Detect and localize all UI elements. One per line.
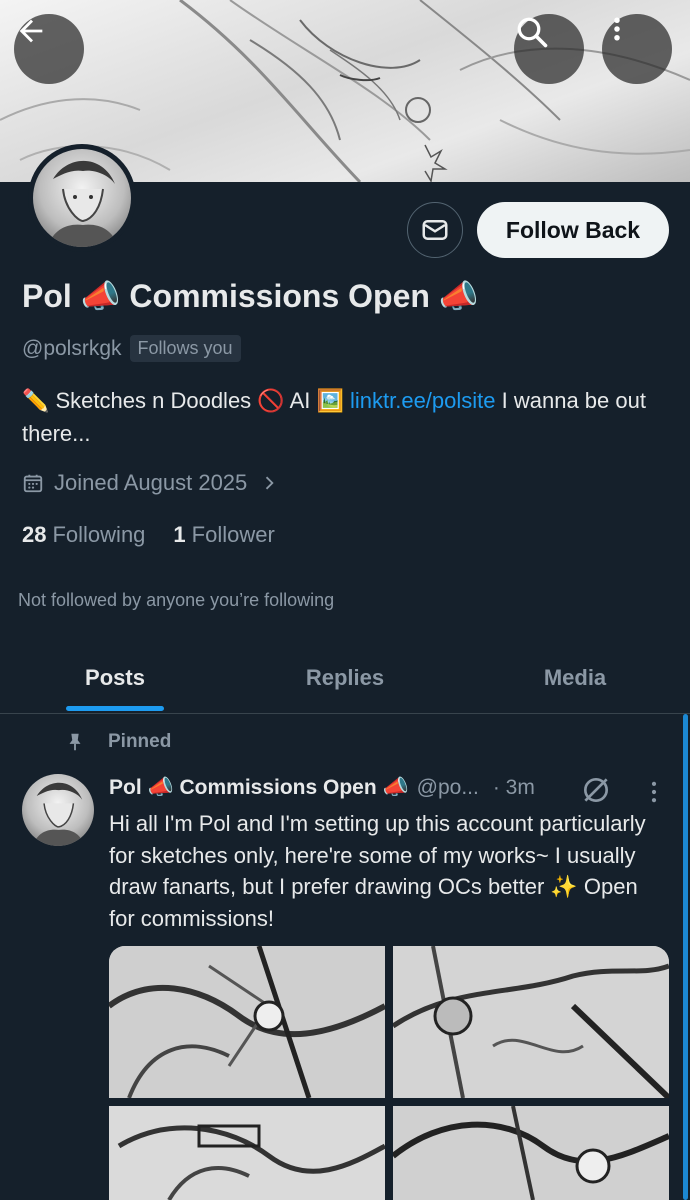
pin-icon (69, 733, 81, 751)
joined-date-row[interactable]: Joined August 2025 (22, 470, 279, 496)
tab-posts[interactable]: Posts (0, 642, 230, 713)
more-vertical-icon (614, 17, 620, 41)
post-text: Hi all I'm Pol and I'm setting up this a… (109, 811, 646, 931)
pinned-indicator: Pinned (64, 731, 171, 753)
follow-back-button[interactable]: Follow Back (477, 202, 669, 258)
scrollbar[interactable] (683, 714, 688, 1200)
joined-date-text: Joined August 2025 (54, 470, 248, 495)
tab-replies[interactable]: Replies (230, 642, 460, 713)
post-more-icon[interactable] (640, 778, 668, 806)
message-button[interactable] (407, 202, 463, 258)
pinned-label: Pinned (108, 731, 172, 752)
bio-link[interactable]: linktr.ee/polsite (350, 388, 496, 413)
followers-count: 1 (173, 522, 186, 547)
media-image-1[interactable] (109, 946, 385, 1098)
tab-media[interactable]: Media (460, 642, 690, 713)
chevron-right-icon (266, 476, 274, 490)
follows-you-badge: Follows you (129, 335, 241, 362)
post-timestamp[interactable]: · 3m (493, 776, 535, 800)
profile-avatar[interactable] (28, 144, 136, 252)
profile-bio: ✏️ Sketches n Doodles 🚫 AI 🖼️ linktr.ee/… (22, 384, 662, 450)
more-options-button[interactable] (602, 14, 672, 84)
media-image-4[interactable] (393, 1106, 669, 1200)
following-link[interactable]: 28 Following (22, 522, 145, 548)
profile-tabs: Posts Replies Media (0, 642, 690, 714)
grok-icon[interactable] (580, 774, 612, 806)
media-image-2[interactable] (393, 946, 669, 1098)
profile-display-name: Pol 📣 Commissions Open 📣 (22, 278, 479, 314)
active-tab-indicator (66, 706, 164, 711)
not-followed-notice: Not followed by anyone you’re following (18, 590, 335, 610)
post-media-grid (109, 946, 669, 1200)
post-author-handle[interactable]: @po... (417, 776, 479, 800)
followers-label: Follower (191, 522, 275, 547)
media-image-3[interactable] (109, 1106, 385, 1200)
following-label: Following (52, 522, 146, 547)
calendar-icon (23, 474, 43, 493)
handle-row: @polsrkgk Follows you (22, 335, 241, 362)
profile-handle: @polsrkgk (22, 336, 122, 360)
search-icon (517, 17, 548, 48)
envelope-icon (422, 220, 448, 240)
back-button[interactable] (14, 14, 84, 84)
bio-text-start: ✏️ Sketches n Doodles 🚫 AI 🖼️ (22, 388, 350, 413)
followers-link[interactable]: 1 Follower (173, 522, 274, 548)
following-count: 28 (22, 522, 47, 547)
post-author-name[interactable]: Pol 📣 Commissions Open 📣 (109, 776, 409, 800)
arrow-left-icon (19, 19, 43, 43)
follow-stats: 28 Following 1 Follower (22, 522, 275, 548)
search-button[interactable] (514, 14, 584, 84)
avatar-image (33, 149, 131, 247)
post-avatar[interactable] (22, 774, 94, 846)
post-avatar-image (33, 782, 85, 846)
post-header: Pol 📣 Commissions Open 📣 @po... · 3m (109, 776, 535, 800)
